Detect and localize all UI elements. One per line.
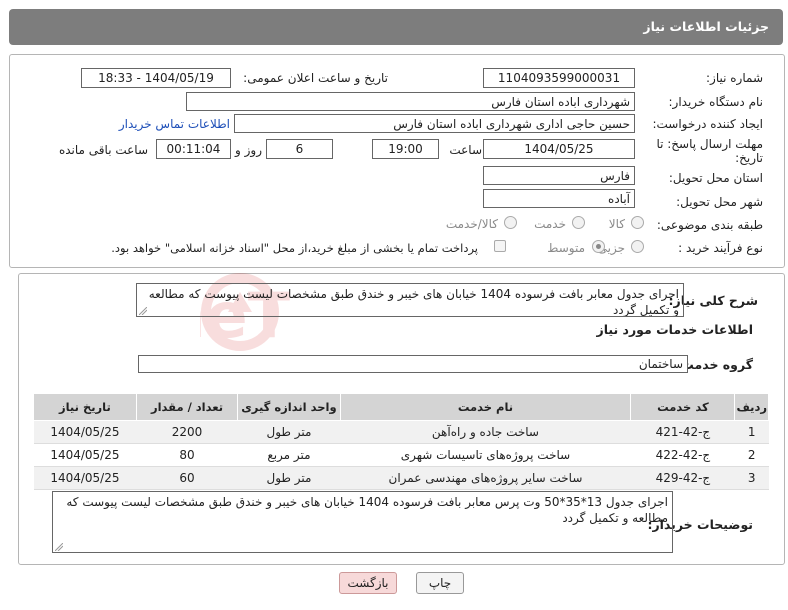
buyer-org-field[interactable]: شهرداری اباده استان فارس bbox=[186, 92, 635, 111]
remaining-time-label: ساعت باقی مانده bbox=[58, 143, 148, 157]
service-group-field[interactable]: ساختمان bbox=[138, 355, 688, 373]
city-label: شهر محل تحویل: bbox=[676, 195, 763, 209]
page-header: جزئیات اطلاعات نیاز bbox=[9, 9, 783, 45]
need-number-field[interactable]: 1104093599000031 bbox=[483, 68, 635, 88]
buyer-org-label: نام دستگاه خریدار: bbox=[668, 95, 764, 109]
need-number-label: شماره نیاز: bbox=[706, 71, 763, 85]
resize-grip-icon[interactable] bbox=[55, 543, 63, 551]
announce-datetime-label: تاریخ و ساعت اعلان عمومی: bbox=[243, 71, 388, 85]
cell-service-code: ج-42-422 bbox=[630, 443, 735, 467]
cell-service-code: ج-42-429 bbox=[630, 466, 735, 490]
col-row-number: ردیف bbox=[734, 393, 769, 421]
cell-service-name: ساخت پروژه‌های تاسیسات شهری bbox=[340, 443, 631, 467]
table-row[interactable]: 2 ج-42-422 ساخت پروژه‌های تاسیسات شهری م… bbox=[33, 443, 769, 467]
col-service-code: کد خدمت bbox=[630, 393, 736, 421]
announce-datetime-field[interactable]: 1404/05/19 - 18:33 bbox=[81, 68, 231, 88]
cell-quantity: 80 bbox=[136, 443, 238, 467]
deadline-time-label: ساعت bbox=[449, 143, 482, 157]
services-table: ردیف کد خدمت نام خدمت واحد اندازه گیری ت… bbox=[33, 393, 769, 490]
category-option-service: خدمت bbox=[534, 217, 566, 231]
deadline-date-field[interactable]: 1404/05/25 bbox=[483, 139, 635, 159]
deadline-time-field[interactable]: 19:00 bbox=[372, 139, 439, 159]
table-header-row: ردیف کد خدمت نام خدمت واحد اندازه گیری ت… bbox=[33, 393, 769, 421]
creator-field[interactable]: حسین حاجی اداری شهرداری اباده استان فارس bbox=[234, 114, 635, 133]
buyer-contact-link[interactable]: اطلاعات تماس خریدار bbox=[119, 117, 230, 131]
cell-row-number: 3 bbox=[734, 466, 769, 490]
province-label: استان محل تحویل: bbox=[668, 171, 763, 185]
cell-need-date: 1404/05/25 bbox=[33, 420, 137, 444]
deadline-date-label: تاریخ: bbox=[735, 151, 763, 165]
col-quantity: تعداد / مقدار bbox=[135, 393, 239, 421]
province-field[interactable]: فارس bbox=[483, 166, 635, 185]
category-option-goods-service: کالا/خدمت bbox=[445, 217, 498, 231]
col-need-date: تاریخ نیاز bbox=[33, 393, 137, 421]
cell-service-name: ساخت جاده و راه‌آهن bbox=[340, 420, 631, 444]
cell-service-code: ج-42-421 bbox=[630, 420, 735, 444]
cell-unit: متر طول bbox=[237, 466, 341, 490]
col-unit: واحد اندازه گیری bbox=[237, 393, 341, 421]
remaining-time-field[interactable]: 00:11:04 bbox=[156, 139, 231, 159]
services-section-title: اطلاعات خدمات مورد نیاز bbox=[596, 322, 754, 337]
cell-quantity: 2200 bbox=[136, 420, 238, 444]
page-title: جزئیات اطلاعات نیاز bbox=[643, 19, 769, 34]
cell-unit: متر مربع bbox=[237, 443, 341, 467]
treasury-payment-checkbox[interactable] bbox=[494, 240, 506, 252]
cell-unit: متر طول bbox=[237, 420, 341, 444]
resize-grip-icon[interactable] bbox=[139, 307, 147, 315]
category-label: طبقه بندی موضوعی: bbox=[656, 218, 763, 232]
back-button[interactable]: بازگشت bbox=[339, 572, 397, 594]
category-radio-service[interactable] bbox=[572, 216, 585, 229]
print-button[interactable]: چاپ bbox=[416, 572, 464, 594]
days-field[interactable]: 6 bbox=[266, 139, 333, 159]
deadline-label: مهلت ارسال پاسخ: تا bbox=[656, 137, 763, 151]
category-radio-goods-service[interactable] bbox=[504, 216, 517, 229]
creator-label: ایجاد کننده درخواست: bbox=[652, 117, 763, 131]
category-option-goods: کالا bbox=[608, 217, 625, 231]
days-label: روز و bbox=[235, 143, 262, 157]
cell-service-name: ساخت سایر پروژه‌های مهندسی عمران bbox=[340, 466, 631, 490]
cell-need-date: 1404/05/25 bbox=[33, 443, 137, 467]
buyer-notes-textarea[interactable]: اجرای جدول 13*35*50 وت پرس معابر بافت فر… bbox=[52, 491, 673, 553]
summary-text: اجرای جدول معابر بافت فرسوده 1404 خیابان… bbox=[148, 287, 679, 317]
summary-textarea[interactable]: اجرای جدول معابر بافت فرسوده 1404 خیابان… bbox=[136, 283, 684, 317]
cell-row-number: 2 bbox=[734, 443, 769, 467]
col-service-name: نام خدمت bbox=[339, 393, 632, 421]
cell-quantity: 60 bbox=[136, 466, 238, 490]
cell-row-number: 1 bbox=[734, 420, 769, 444]
city-field[interactable]: آباده bbox=[483, 189, 635, 208]
category-radio-goods[interactable] bbox=[631, 216, 644, 229]
buyer-notes-text: اجرای جدول 13*35*50 وت پرس معابر بافت فر… bbox=[66, 495, 668, 525]
table-row[interactable]: 3 ج-42-429 ساخت سایر پروژه‌های مهندسی عم… bbox=[33, 466, 769, 490]
cell-need-date: 1404/05/25 bbox=[33, 466, 137, 490]
table-row[interactable]: 1 ج-42-421 ساخت جاده و راه‌آهن متر طول 2… bbox=[33, 420, 769, 444]
